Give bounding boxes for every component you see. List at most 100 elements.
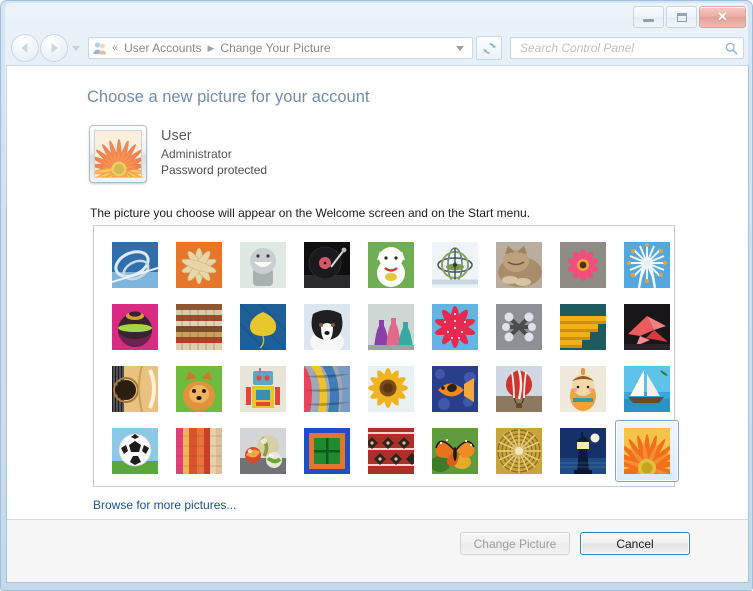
glass-marbles-thumbnail-image [240, 428, 286, 474]
close-button[interactable]: ✕ [699, 6, 746, 28]
picture-thumbnail[interactable] [359, 420, 423, 482]
yellow-leaf-thumbnail-image [240, 304, 286, 350]
control-panel-window: ✕ « User Accounts ▶ Change Your Picture [0, 0, 753, 591]
picture-thumbnail[interactable] [423, 234, 487, 296]
picture-thumbnail[interactable] [615, 296, 679, 358]
toy-figure-thumbnail-image [240, 242, 286, 288]
description-text: The picture you choose will appear on th… [90, 206, 531, 220]
woven-basket-thumbnail-image [496, 428, 542, 474]
picture-thumbnail[interactable] [423, 420, 487, 482]
back-button[interactable] [11, 34, 39, 62]
green-window-thumbnail-image [304, 428, 350, 474]
picture-thumbnail[interactable] [103, 358, 167, 420]
picture-thumbnail[interactable] [487, 358, 551, 420]
address-bar[interactable]: « User Accounts ▶ Change Your Picture [88, 37, 473, 59]
picture-thumbnail[interactable] [551, 296, 615, 358]
picture-grid [103, 234, 679, 482]
picture-thumbnail[interactable] [615, 234, 679, 296]
recent-pages-chevron-icon[interactable] [72, 45, 80, 51]
border-collie-thumbnail-image [304, 304, 350, 350]
ferris-wheel-thumbnail-image [624, 242, 670, 288]
picture-thumbnail[interactable] [231, 420, 295, 482]
picture-grid-panel [93, 225, 679, 487]
lava-lamps-thumbnail-image [368, 304, 414, 350]
picture-thumbnail[interactable] [423, 358, 487, 420]
user-password-status: Password protected [161, 163, 268, 177]
change-picture-button[interactable]: Change Picture [460, 532, 570, 555]
picture-thumbnail[interactable] [359, 358, 423, 420]
fabric-stripes-thumbnail-image [176, 428, 222, 474]
forward-button[interactable] [40, 34, 68, 62]
picture-thumbnail[interactable] [103, 234, 167, 296]
starfish-orange-thumbnail-image [176, 242, 222, 288]
search-icon [725, 42, 738, 55]
picture-thumbnail[interactable] [167, 296, 231, 358]
page-title: Choose a new picture for your account [87, 88, 370, 106]
picture-thumbnail[interactable] [551, 358, 615, 420]
avatar [94, 130, 142, 178]
navigation-bar: « User Accounts ▶ Change Your Picture [5, 31, 750, 65]
user-account-type: Administrator [161, 147, 232, 161]
patterned-rug-thumbnail-image [368, 428, 414, 474]
picture-thumbnail[interactable] [231, 358, 295, 420]
sailboat-thumbnail-image [624, 366, 670, 412]
cancel-button[interactable]: Cancel [580, 532, 690, 555]
picture-thumbnail[interactable] [231, 296, 295, 358]
picture-thumbnail[interactable] [359, 234, 423, 296]
picture-thumbnail[interactable] [295, 234, 359, 296]
picture-thumbnail[interactable] [615, 358, 679, 420]
search-input[interactable] [518, 40, 724, 56]
picture-thumbnail[interactable] [487, 296, 551, 358]
browse-for-more-pictures-link[interactable]: Browse for more pictures... [93, 498, 236, 512]
picture-thumbnail[interactable] [487, 420, 551, 482]
picture-thumbnail[interactable] [167, 420, 231, 482]
soccer-ball-thumbnail-image [112, 428, 158, 474]
search-box[interactable] [510, 37, 744, 59]
footer-button-group: Change Picture Cancel [460, 532, 690, 555]
tropical-fish-thumbnail-image [432, 366, 478, 412]
orange-daisy-thumbnail-image [624, 428, 670, 474]
breadcrumb-item-user-accounts[interactable]: User Accounts [122, 40, 203, 56]
picture-thumbnail[interactable] [103, 420, 167, 482]
red-starfish-thumbnail-image [432, 304, 478, 350]
picture-thumbnail[interactable] [295, 296, 359, 358]
maximize-icon [667, 7, 696, 27]
pomeranian-thumbnail-image [176, 366, 222, 412]
picture-thumbnail[interactable] [103, 296, 167, 358]
rollercoaster-thumbnail-image [112, 242, 158, 288]
picture-thumbnail[interactable] [423, 296, 487, 358]
caption-button-group: ✕ [633, 6, 746, 28]
title-bar: ✕ [5, 3, 750, 31]
lighthouse-moon-thumbnail-image [560, 428, 606, 474]
user-meta: User Administrator Password protected [161, 125, 267, 178]
origami-crane-thumbnail-image [624, 304, 670, 350]
breadcrumb-separator-icon[interactable]: ▶ [208, 43, 215, 54]
breadcrumb-overflow-icon[interactable]: « [112, 42, 118, 54]
kitten-thumbnail-image [496, 242, 542, 288]
minimize-button[interactable] [633, 6, 664, 28]
woven-textile-thumbnail-image [176, 304, 222, 350]
turntable-thumbnail-image [304, 242, 350, 288]
picture-thumbnail[interactable] [551, 420, 615, 482]
pink-flower-thumbnail-image [560, 242, 606, 288]
hot-air-balloon-thumbnail-image [496, 366, 542, 412]
refresh-icon [482, 42, 496, 54]
minimize-icon [634, 7, 663, 27]
picture-thumbnail[interactable] [295, 358, 359, 420]
picture-thumbnail[interactable] [551, 234, 615, 296]
picture-thumbnail[interactable] [295, 420, 359, 482]
picture-thumbnail[interactable] [231, 234, 295, 296]
picture-thumbnail[interactable] [167, 358, 231, 420]
picture-thumbnail-selected[interactable] [615, 420, 679, 482]
nav-arrow-group [11, 34, 80, 62]
picture-thumbnail[interactable] [167, 234, 231, 296]
user-name: User [161, 128, 192, 144]
picture-thumbnail[interactable] [487, 234, 551, 296]
lucky-cat-thumbnail-image [368, 242, 414, 288]
address-dropdown-icon[interactable] [456, 45, 464, 51]
picture-thumbnail[interactable] [359, 296, 423, 358]
refresh-button[interactable] [476, 36, 502, 60]
yellow-stairs-thumbnail-image [560, 304, 606, 350]
maximize-button[interactable] [666, 6, 697, 28]
breadcrumb-item-change-your-picture[interactable]: Change Your Picture [218, 40, 332, 56]
